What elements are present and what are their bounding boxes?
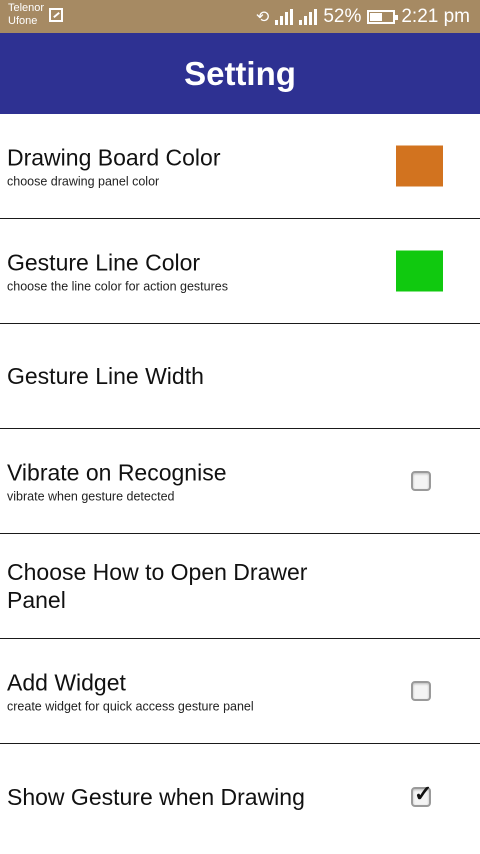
carrier-1: Telenor bbox=[8, 2, 45, 14]
gesture-line-color-swatch[interactable] bbox=[396, 250, 443, 292]
setting-show-gesture-when-drawing[interactable]: Show Gesture when Drawing ✓ bbox=[0, 744, 480, 849]
setting-add-widget[interactable]: Add Widget create widget for quick acces… bbox=[0, 639, 480, 744]
clock: 2:21 pm bbox=[401, 6, 470, 27]
add-widget-checkbox[interactable] bbox=[411, 681, 431, 701]
setting-subtitle: choose the line color for action gesture… bbox=[7, 279, 228, 294]
row-text: Vibrate on Recognise vibrate when gestur… bbox=[7, 459, 357, 504]
gallery-notification-icon bbox=[49, 8, 63, 22]
battery-icon bbox=[367, 10, 399, 24]
setting-title: Add Widget bbox=[7, 669, 126, 696]
setting-title: Show Gesture when Drawing bbox=[7, 783, 305, 810]
setting-vibrate-on-recognise[interactable]: Vibrate on Recognise vibrate when gestur… bbox=[0, 429, 480, 534]
battery-percent: 52% bbox=[323, 6, 362, 27]
row-text: Choose How to Open Drawer Panel bbox=[7, 558, 357, 614]
settings-list: Drawing Board Color choose drawing panel… bbox=[0, 114, 480, 849]
show-gesture-checkbox[interactable]: ✓ bbox=[411, 781, 432, 807]
setting-gesture-line-color[interactable]: Gesture Line Color choose the line color… bbox=[0, 219, 480, 324]
setting-subtitle: create widget for quick access gesture p… bbox=[7, 699, 254, 714]
app-bar: Setting bbox=[0, 33, 480, 114]
setting-open-drawer-panel[interactable]: Choose How to Open Drawer Panel bbox=[0, 534, 480, 639]
setting-title: Gesture Line Width bbox=[7, 363, 204, 389]
row-text: Gesture Line Color choose the line color… bbox=[7, 249, 357, 294]
row-text: Add Widget create widget for quick acces… bbox=[7, 669, 357, 714]
drawing-board-color-swatch[interactable] bbox=[396, 145, 443, 187]
setting-subtitle: vibrate when gesture detected bbox=[7, 489, 175, 504]
status-indicators: ⟲ 52% 2:21 pm bbox=[256, 6, 470, 28]
checkmark-icon: ✓ bbox=[414, 780, 433, 806]
setting-title: Drawing Board Color bbox=[7, 144, 221, 171]
setting-subtitle: choose drawing panel color bbox=[7, 174, 160, 189]
setting-title: Choose How to Open Drawer Panel bbox=[7, 559, 308, 613]
page-title: Setting bbox=[184, 54, 296, 92]
row-text: Show Gesture when Drawing bbox=[7, 783, 357, 811]
carrier-names: Telenor Ufone bbox=[8, 2, 44, 28]
status-bar: Telenor Ufone ⟲ 52% 2:21 pm bbox=[0, 0, 480, 33]
carrier-2: Ufone bbox=[8, 15, 38, 27]
row-text: Drawing Board Color choose drawing panel… bbox=[7, 144, 357, 189]
screen-rotation-icon: ⟲ bbox=[255, 9, 270, 26]
setting-gesture-line-width[interactable]: Gesture Line Width bbox=[0, 324, 480, 429]
setting-title: Vibrate on Recognise bbox=[7, 459, 227, 486]
row-text: Gesture Line Width bbox=[7, 362, 357, 390]
signal-icon-2 bbox=[299, 9, 318, 25]
setting-drawing-board-color[interactable]: Drawing Board Color choose drawing panel… bbox=[0, 114, 480, 219]
vibrate-checkbox[interactable] bbox=[411, 471, 431, 491]
setting-title: Gesture Line Color bbox=[7, 249, 201, 276]
signal-icon-1 bbox=[275, 9, 294, 25]
